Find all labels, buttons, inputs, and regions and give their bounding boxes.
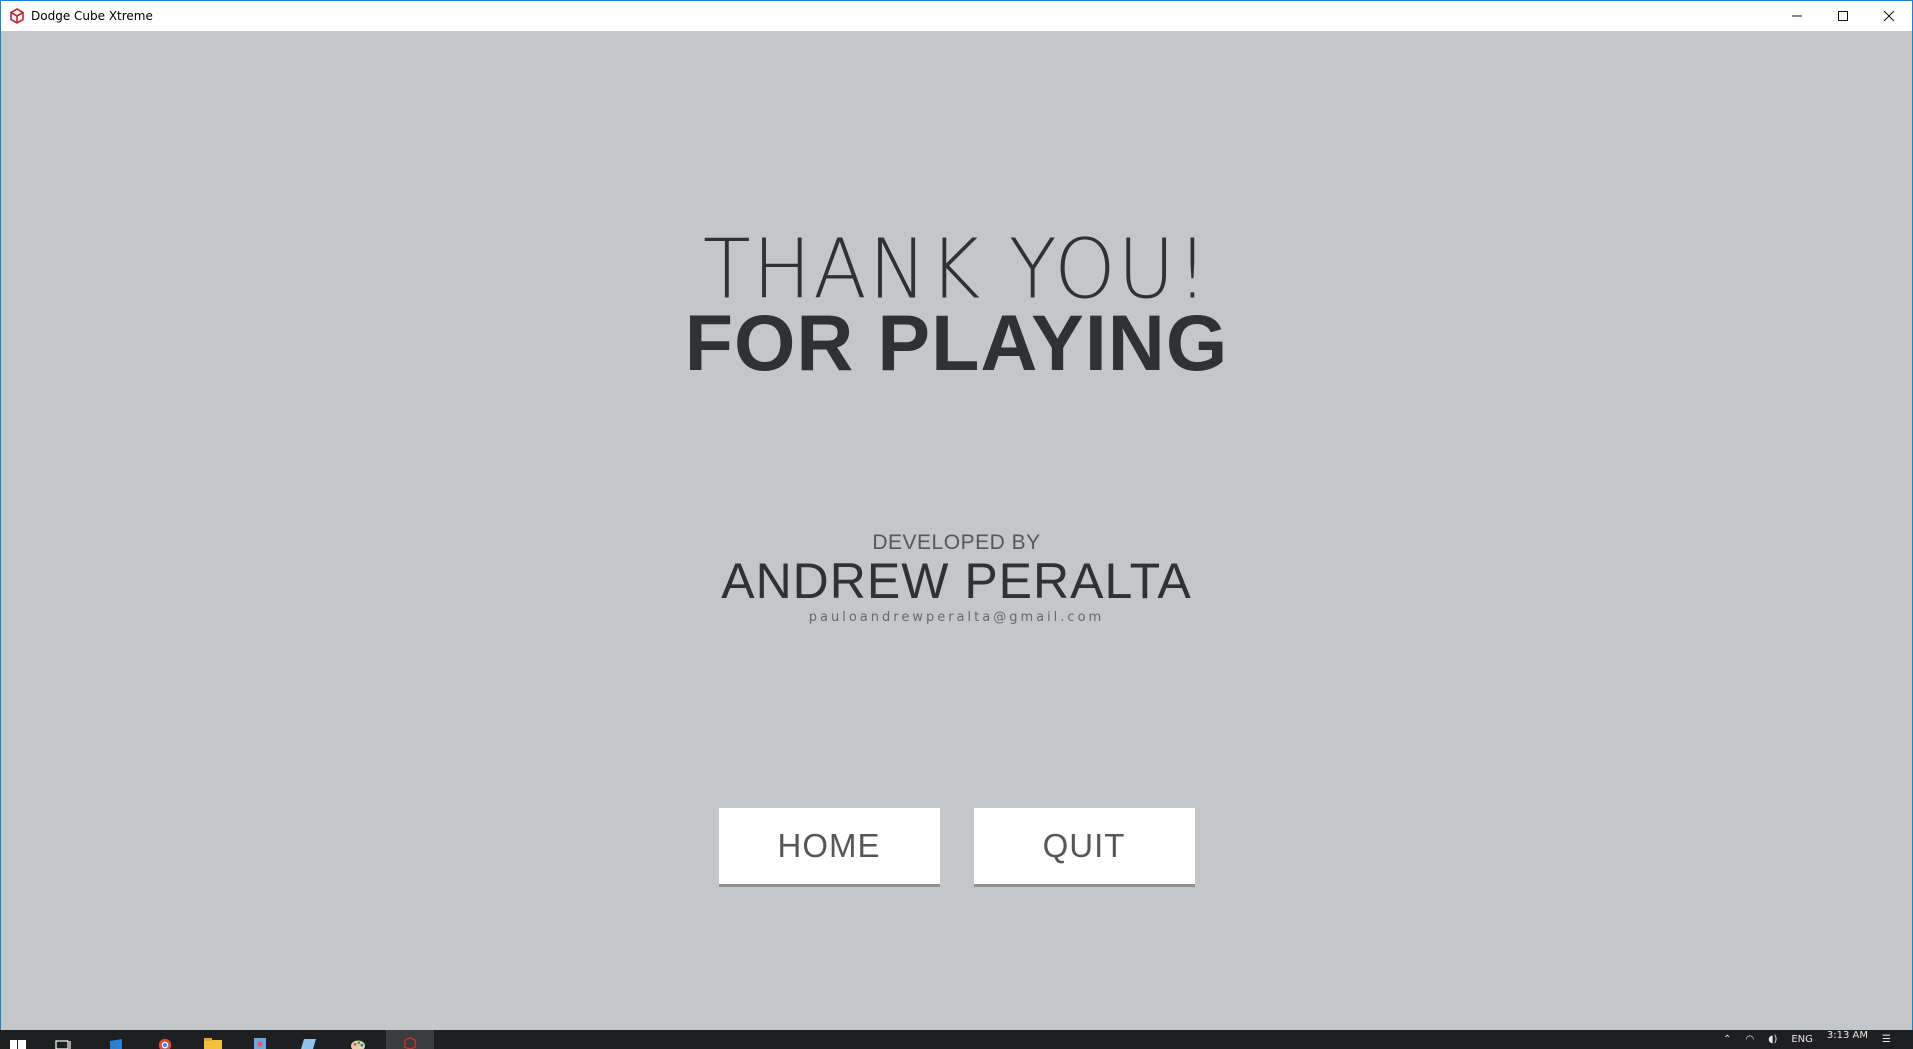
credits-block: DEVELOPED BY ANDREW PERALTA pauloandrewp…	[1, 531, 1912, 625]
game-window: Dodge Cube Xtreme THANK YOU! FOR PLAYING…	[0, 0, 1913, 1030]
title-bar[interactable]: Dodge Cube Xtreme	[1, 1, 1912, 31]
window-title: Dodge Cube Xtreme	[31, 9, 153, 23]
maximize-icon	[1838, 11, 1848, 21]
paint-app-icon[interactable]	[348, 1030, 368, 1049]
maximize-button[interactable]	[1820, 1, 1866, 31]
menu-buttons: HOME QUIT	[1, 808, 1912, 884]
clock[interactable]: 3:13 AM	[1827, 1030, 1868, 1041]
home-button[interactable]: HOME	[718, 808, 940, 884]
language-indicator[interactable]: ENG	[1791, 1034, 1813, 1045]
thank-you-text: THANK YOU!	[702, 222, 1211, 318]
system-tray: ⌃ ◠ ◖) ENG 3:13 AM ☰	[1723, 1030, 1913, 1049]
action-center-icon[interactable]: ☰	[1882, 1034, 1891, 1045]
file-explorer-icon[interactable]	[203, 1030, 223, 1049]
developer-name: ANDREW PERALTA	[721, 553, 1192, 609]
quit-button[interactable]: QUIT	[973, 808, 1195, 884]
thank-you-heading: THANK YOU! FOR PLAYING	[1, 222, 1912, 382]
window-controls	[1774, 1, 1912, 31]
bookmark-app-icon[interactable]	[108, 1030, 124, 1049]
developer-email: pauloandrewperalta@gmail.com	[808, 610, 1105, 625]
tray-chevron-icon[interactable]: ⌃	[1723, 1034, 1731, 1045]
minimize-icon	[1792, 15, 1802, 17]
notepad-app-icon[interactable]	[300, 1030, 318, 1049]
chrome-icon[interactable]	[156, 1030, 174, 1049]
windows-start-icon[interactable]	[10, 1030, 26, 1049]
game-screen: THANK YOU! FOR PLAYING DEVELOPED BY ANDR…	[1, 31, 1912, 1030]
close-icon	[1883, 10, 1895, 22]
taskbar: ⌃ ◠ ◖) ENG 3:13 AM ☰	[0, 1030, 1913, 1049]
cube-app-icon	[9, 8, 25, 24]
wifi-icon[interactable]: ◠	[1745, 1034, 1754, 1045]
minimize-button[interactable]	[1774, 1, 1820, 31]
close-button[interactable]	[1866, 1, 1912, 31]
photo-app-icon[interactable]	[252, 1030, 268, 1049]
task-view-icon[interactable]	[55, 1030, 73, 1049]
volume-icon[interactable]: ◖)	[1768, 1034, 1777, 1045]
dodge-cube-app-icon[interactable]	[386, 1030, 434, 1049]
developed-by-label: DEVELOPED BY	[872, 531, 1041, 554]
